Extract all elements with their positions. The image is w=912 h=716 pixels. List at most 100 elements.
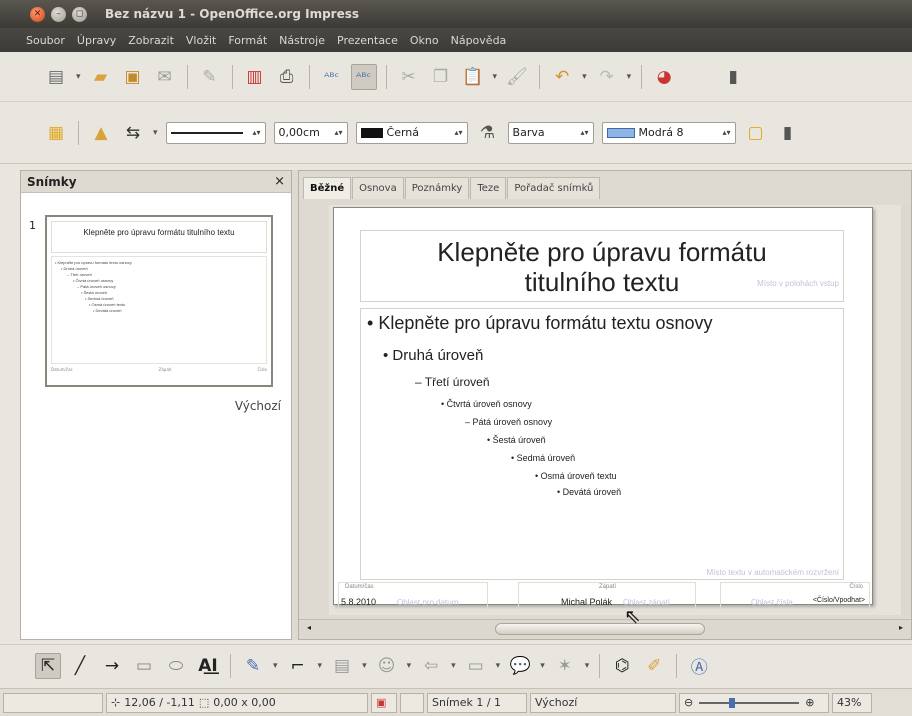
window-close-button[interactable]: ✕ (30, 6, 45, 22)
arrow-line-icon[interactable]: → (99, 653, 125, 679)
menu-insert[interactable]: Vložit (186, 34, 216, 47)
area-icon[interactable]: ⚗ (475, 120, 501, 146)
edit-file-icon[interactable]: ✎ (197, 64, 223, 90)
stars-icon[interactable]: ✶ (552, 653, 578, 679)
fontwork-gallery-icon[interactable]: Ⓐ (686, 653, 712, 679)
autospellcheck-icon[interactable]: ᴬᴮᶜ (350, 63, 377, 90)
paste-icon[interactable]: 📋 (460, 64, 486, 90)
line-color-select[interactable]: Černá ▴▾ (355, 121, 468, 144)
slide-number-placeholder[interactable]: Číslo Oblast čísla <Číslo/Vpodhat> (720, 582, 870, 612)
copy-icon[interactable]: ❐ (428, 64, 454, 90)
zoom-out-icon[interactable]: ⊖ (684, 696, 693, 709)
rectangle-icon[interactable]: ▭ (131, 653, 157, 679)
slide-thumbnail[interactable]: Klepněte pro úpravu formátu titulního te… (45, 215, 273, 387)
ellipse-icon[interactable]: ⬭ (163, 653, 189, 679)
horizontal-scrollbar[interactable]: ◂ ▸ (299, 619, 911, 639)
callouts-icon[interactable]: 💬 (507, 653, 533, 679)
paste-dropdown-arrow-icon[interactable]: ▾ (493, 72, 498, 82)
date-placeholder[interactable]: Datum/čas 5.8.2010 Oblast pro datum (338, 582, 488, 612)
window-minimize-button[interactable]: – (51, 6, 66, 22)
number-label: Číslo (849, 584, 863, 590)
menu-file[interactable]: Soubor (26, 34, 65, 47)
title-placeholder[interactable]: Klepněte pro úpravu formátu titulního te… (360, 230, 844, 302)
styles-icon[interactable]: ▦ (43, 120, 69, 146)
tab-slide-sorter[interactable]: Pořadač snímků (507, 177, 601, 199)
slide[interactable]: Klepněte pro úpravu formátu titulního te… (333, 207, 873, 612)
menu-format[interactable]: Formát (228, 34, 267, 47)
zoom-in-icon[interactable]: ⊕ (805, 696, 814, 709)
vertical-scrollbar[interactable] (901, 205, 911, 615)
arrow-style-icon[interactable]: ⇆ (120, 120, 146, 146)
new-document-icon[interactable]: ▤ (43, 64, 69, 90)
block-arrows-icon[interactable]: ⇦ (418, 653, 444, 679)
print-icon[interactable]: ⎙ (274, 64, 300, 90)
select-pointer-icon[interactable]: ⇱ (35, 652, 61, 679)
zoom-percent[interactable]: 43% (832, 692, 872, 713)
basic-shapes-icon[interactable]: ▤ (329, 653, 355, 679)
tab-notes[interactable]: Poznámky (404, 177, 470, 199)
email-icon[interactable]: ✉ (152, 64, 178, 90)
flowchart-dropdown-icon[interactable]: ▾ (496, 661, 501, 671)
curve-icon[interactable]: ✎ (240, 653, 266, 679)
close-icon[interactable]: × (274, 174, 285, 189)
save-icon[interactable]: ▣ (120, 64, 146, 90)
symbol-shapes-icon[interactable]: ☺ (374, 653, 400, 679)
undo-icon[interactable]: ↶ (549, 64, 575, 90)
clone-formatting-icon[interactable]: 🖌 (504, 64, 530, 90)
arrow-style-dropdown-icon[interactable]: ▾ (153, 128, 158, 138)
scroll-right-icon[interactable]: ▸ (899, 623, 903, 632)
connector-icon[interactable]: ⌐ (285, 653, 311, 679)
symbol-shapes-dropdown-icon[interactable]: ▾ (407, 661, 412, 671)
connector-dropdown-icon[interactable]: ▾ (318, 661, 323, 671)
menu-view[interactable]: Zobrazit (128, 34, 174, 47)
redo-icon[interactable]: ↷ (594, 64, 620, 90)
cut-icon[interactable]: ✂ (396, 64, 422, 90)
callouts-dropdown-icon[interactable]: ▾ (540, 661, 545, 671)
horizontal-scroll-thumb[interactable] (495, 623, 705, 635)
open-folder-icon[interactable]: ▰ (88, 64, 114, 90)
export-pdf-icon[interactable]: ▥ (242, 64, 268, 90)
redo-dropdown-arrow-icon[interactable]: ▾ (627, 72, 632, 82)
undo-dropdown-arrow-icon[interactable]: ▾ (582, 72, 587, 82)
zoom-slider[interactable]: ⊖ ⊕ (679, 692, 829, 713)
standard-toolbar: ▤ ▾ ▰ ▣ ✉ ✎ ▥ ⎙ ᴬᴮᶜ ᴬᴮᶜ ✂ ❐ 📋 ▾ 🖌 ↶ ▾ ↷ … (0, 52, 912, 102)
spin-icon: ▴▾ (334, 128, 343, 137)
flowchart-icon[interactable]: ▭ (463, 653, 489, 679)
curve-dropdown-icon[interactable]: ▾ (273, 661, 278, 671)
tab-handout[interactable]: Teze (470, 177, 507, 199)
menu-help[interactable]: Nápověda (451, 34, 507, 47)
menu-slideshow[interactable]: Prezentace (337, 34, 398, 47)
toolbar-grip-icon: ▮ (782, 122, 793, 143)
menu-tools[interactable]: Nástroje (279, 34, 325, 47)
area-color-select[interactable]: Modrá 8 ▴▾ (601, 121, 736, 144)
shadow-icon[interactable]: ▢ (743, 120, 769, 146)
tab-normal[interactable]: Běžné (303, 177, 352, 199)
area-style-select[interactable]: Barva ▴▾ (507, 121, 594, 144)
window-maximize-button[interactable]: ◻ (72, 6, 87, 22)
outline-area-hint: Místo textu v automatickém rozvržení (706, 568, 840, 577)
chart-icon[interactable]: ◕ (651, 64, 677, 90)
outline-placeholder[interactable]: • Klepněte pro úpravu formátu textu osno… (360, 308, 844, 580)
outline-level-9: • Devátá úroveň (557, 487, 622, 497)
block-arrows-dropdown-icon[interactable]: ▾ (451, 661, 456, 671)
line-style-select[interactable]: ▴▾ (165, 121, 266, 144)
spellcheck-icon[interactable]: ᴬᴮᶜ (319, 64, 345, 90)
footer-placeholder[interactable]: Zápatí Michal Polák Oblast zápatí (518, 582, 696, 612)
glue-points-icon[interactable]: ✐ (641, 653, 667, 679)
line-width-field[interactable]: 0,00cm ▴▾ (273, 121, 348, 144)
menu-window[interactable]: Okno (410, 34, 439, 47)
fontwork-text-icon[interactable]: A͟I (195, 653, 221, 679)
tab-outline[interactable]: Osnova (352, 177, 404, 199)
line-tool-icon[interactable]: ╱ (67, 653, 93, 679)
thumbnail-body: • Klepněte pro úpravu formátu textu osno… (51, 256, 267, 364)
document-modified-icon[interactable]: ▣ (371, 692, 397, 713)
zoom-handle-icon[interactable] (729, 697, 736, 708)
outline-level-1: • Klepněte pro úpravu formátu textu osno… (367, 313, 713, 333)
stars-dropdown-icon[interactable]: ▾ (585, 661, 590, 671)
line-icon[interactable]: ▲ (88, 120, 114, 146)
new-dropdown-arrow-icon[interactable]: ▾ (76, 72, 81, 82)
basic-shapes-dropdown-icon[interactable]: ▾ (362, 661, 367, 671)
points-icon[interactable]: ⌬ (609, 653, 635, 679)
scroll-left-icon[interactable]: ◂ (307, 623, 311, 632)
menu-edit[interactable]: Úpravy (77, 34, 116, 47)
